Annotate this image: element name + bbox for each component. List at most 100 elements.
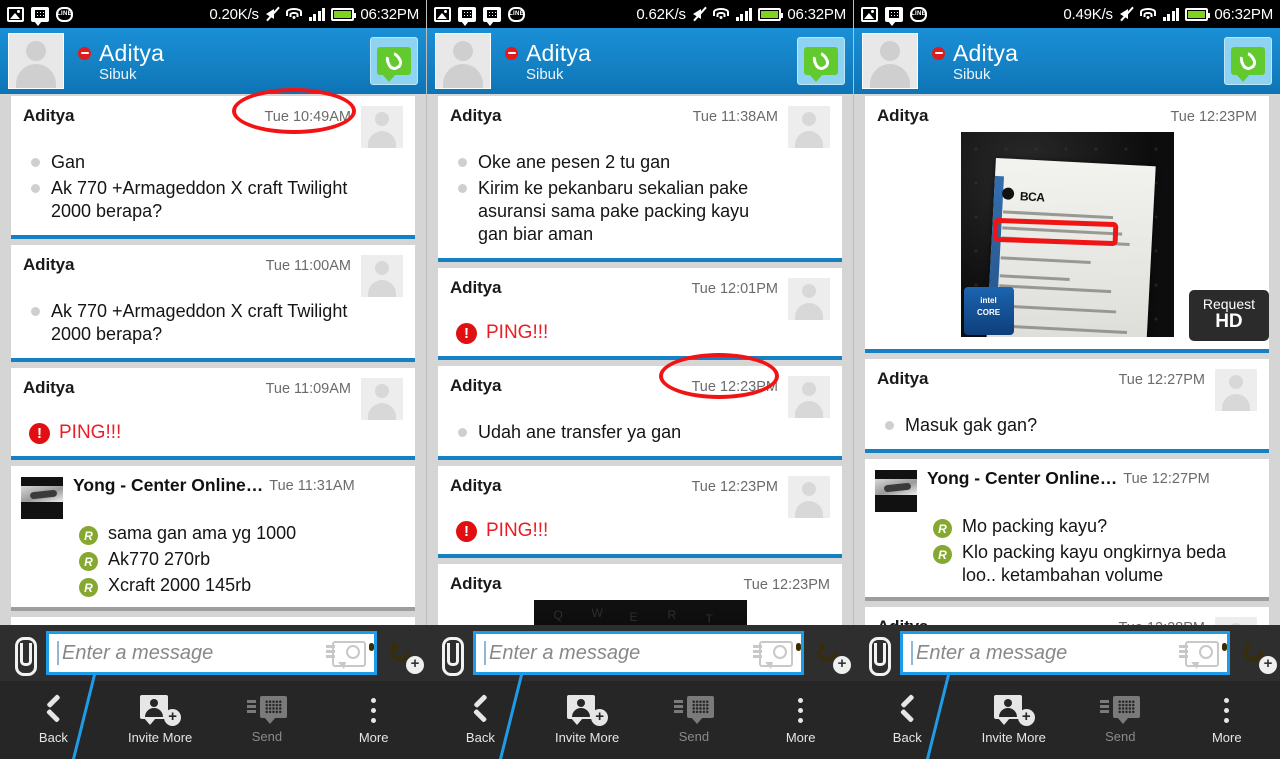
nav-more-button[interactable]: More	[747, 681, 854, 759]
photo-icon	[434, 6, 451, 22]
paperclip-icon[interactable]	[6, 633, 40, 676]
quick-reply-icon[interactable]	[326, 639, 366, 669]
contact-avatar[interactable]	[8, 33, 64, 89]
message-row[interactable]: Aditya Tue 10:49AM Gan Ak 770 +Armageddo…	[11, 96, 415, 240]
message-time: Tue 11:38AM	[692, 109, 778, 125]
contact-avatar[interactable]	[435, 33, 491, 89]
contact-status: Sibuk	[953, 65, 991, 83]
avatar	[788, 278, 830, 321]
nav-send-button[interactable]: Send	[1067, 681, 1174, 759]
status-icons-2: LINE	[434, 6, 525, 26]
contact-status: Sibuk	[526, 65, 564, 83]
nav-invite-more-button[interactable]: + Invite More	[534, 681, 641, 759]
avatar	[788, 106, 830, 148]
message-list-1[interactable]: Aditya Tue 10:49AM Gan Ak 770 +Armageddo…	[0, 94, 426, 632]
smiley-add-icon[interactable]: +	[383, 634, 424, 674]
nav-label: Invite More	[554, 730, 620, 745]
message-time: Tue 11:09AM	[265, 381, 351, 398]
broadcast-badge-icon: R	[79, 552, 98, 572]
message-text: Klo packing kayu ongkirnya beda loo.. ke…	[962, 542, 1227, 586]
quick-reply-icon[interactable]	[1179, 639, 1219, 669]
line-icon: LINE	[508, 6, 525, 22]
message-sender: Aditya	[450, 574, 502, 594]
quick-reply-icon[interactable]	[753, 639, 793, 669]
message-row-image[interactable]: Aditya Tue 12:23PM Q W E R T A S D	[438, 564, 842, 632]
status-bar-2: LINE 0.62K/s 06:32PM	[427, 0, 853, 28]
bbm-send-icon	[673, 696, 714, 724]
mute-icon	[265, 6, 280, 22]
nav-more-button[interactable]: More	[320, 681, 427, 759]
alert-icon: !	[456, 520, 477, 542]
message-input-bar-1: Enter a message +	[0, 625, 427, 681]
paperclip-icon[interactable]	[860, 633, 894, 676]
bottom-nav-2: Back + Invite More Send More	[427, 672, 854, 759]
receipt-bank-name: BCA	[1019, 189, 1045, 205]
message-row-ping[interactable]: Aditya Tue 12:01PM ! PING!!!	[438, 268, 842, 361]
chat-action-button[interactable]	[370, 37, 418, 85]
smiley-add-icon[interactable]: +	[1236, 634, 1277, 674]
chat-header-1[interactable]: Aditya Sibuk	[0, 28, 426, 94]
chat-action-button[interactable]	[1224, 37, 1272, 85]
chat-header-3[interactable]: Aditya Sibuk	[854, 28, 1280, 94]
contact-name: Aditya	[99, 39, 165, 66]
message-sender: Aditya	[877, 106, 929, 125]
message-text: sama gan ama yg 1000	[108, 523, 297, 544]
message-input-bar-3: Enter a message +	[854, 625, 1280, 681]
chat-panel-3: LINE 0.49K/s 06:32PM Aditya Sibuk Aditya…	[854, 0, 1280, 632]
message-time: Tue 10:49AM	[264, 109, 351, 125]
message-row-group[interactable]: Yong - Center Online… Tue 11:31AM R sama…	[11, 466, 415, 612]
message-input-3[interactable]: Enter a message	[900, 631, 1230, 675]
avatar	[788, 376, 830, 419]
chevron-left-icon	[896, 695, 918, 725]
message-text: Gan	[51, 152, 86, 172]
text-caret	[484, 641, 486, 665]
chat-action-button[interactable]	[797, 37, 845, 85]
wifi-icon	[713, 7, 730, 21]
message-row-ping[interactable]: Aditya Tue 11:09AM ! PING!!!	[11, 368, 415, 461]
battery-icon	[1185, 7, 1211, 21]
avatar	[361, 378, 403, 421]
nav-invite-more-button[interactable]: + Invite More	[107, 681, 214, 759]
bullet-icon	[458, 184, 467, 194]
nav-send-button[interactable]: Send	[641, 681, 748, 759]
message-list-2[interactable]: Aditya Tue 11:38AM Oke ane pesen 2 tu ga…	[427, 94, 853, 632]
input-bar-strip: Enter a message + Enter a message + Ente	[0, 625, 1280, 681]
message-input-2[interactable]: Enter a message	[473, 631, 804, 675]
bullet-icon	[31, 158, 40, 167]
bottom-nav-3: Back + Invite More Send More	[854, 672, 1280, 759]
message-text: Masuk gak gan?	[905, 415, 1038, 435]
nav-more-button[interactable]: More	[1174, 681, 1280, 759]
text-caret	[57, 641, 59, 665]
message-row-group[interactable]: Yong - Center Online… Tue 12:27PM R Mo p…	[865, 459, 1269, 602]
contact-avatar[interactable]	[862, 33, 918, 89]
smiley-add-icon[interactable]: +	[810, 634, 851, 674]
paperclip-icon[interactable]	[433, 633, 467, 676]
chat-header-2[interactable]: Aditya Sibuk	[427, 28, 853, 94]
nav-label: Invite More	[127, 730, 193, 745]
message-list-3[interactable]: Aditya Tue 12:23PM BCA intel CORE Reques…	[854, 94, 1280, 632]
broadcast-badge-icon: R	[79, 526, 98, 546]
battery-icon	[758, 7, 784, 21]
nav-send-button[interactable]: Send	[214, 681, 321, 759]
message-input-1[interactable]: Enter a message	[46, 631, 377, 675]
message-row-image[interactable]: Aditya Tue 12:23PM BCA intel CORE Reques…	[865, 96, 1269, 353]
message-row[interactable]: Aditya Tue 11:38AM Oke ane pesen 2 tu ga…	[438, 96, 842, 263]
request-hd-button[interactable]: Request HD	[1188, 290, 1269, 341]
avatar	[1215, 369, 1257, 411]
signal-icon	[735, 7, 753, 21]
message-row[interactable]: Aditya Tue 12:27PM Masuk gak gan?	[865, 359, 1269, 454]
message-sender: Aditya	[450, 476, 502, 496]
nav-label: Send	[251, 729, 283, 744]
contact-info: Aditya Sibuk	[78, 40, 370, 83]
message-row-ping[interactable]: Aditya Tue 12:23PM ! PING!!!	[438, 466, 842, 559]
message-row[interactable]: Aditya Tue 11:00AM Ak 770 +Armageddon X …	[11, 245, 415, 363]
chevron-left-icon	[42, 695, 64, 725]
clock: 06:32PM	[787, 5, 846, 23]
message-time: Tue 12:23PM	[691, 479, 778, 496]
message-time: Tue 11:00AM	[265, 258, 351, 275]
attached-receipt-photo[interactable]: BCA intel CORE	[960, 132, 1174, 337]
chevron-left-icon	[469, 695, 491, 725]
message-row[interactable]: Aditya Tue 12:23PM Udah ane transfer ya …	[438, 366, 842, 461]
nav-invite-more-button[interactable]: + Invite More	[961, 681, 1068, 759]
avatar	[361, 106, 403, 148]
